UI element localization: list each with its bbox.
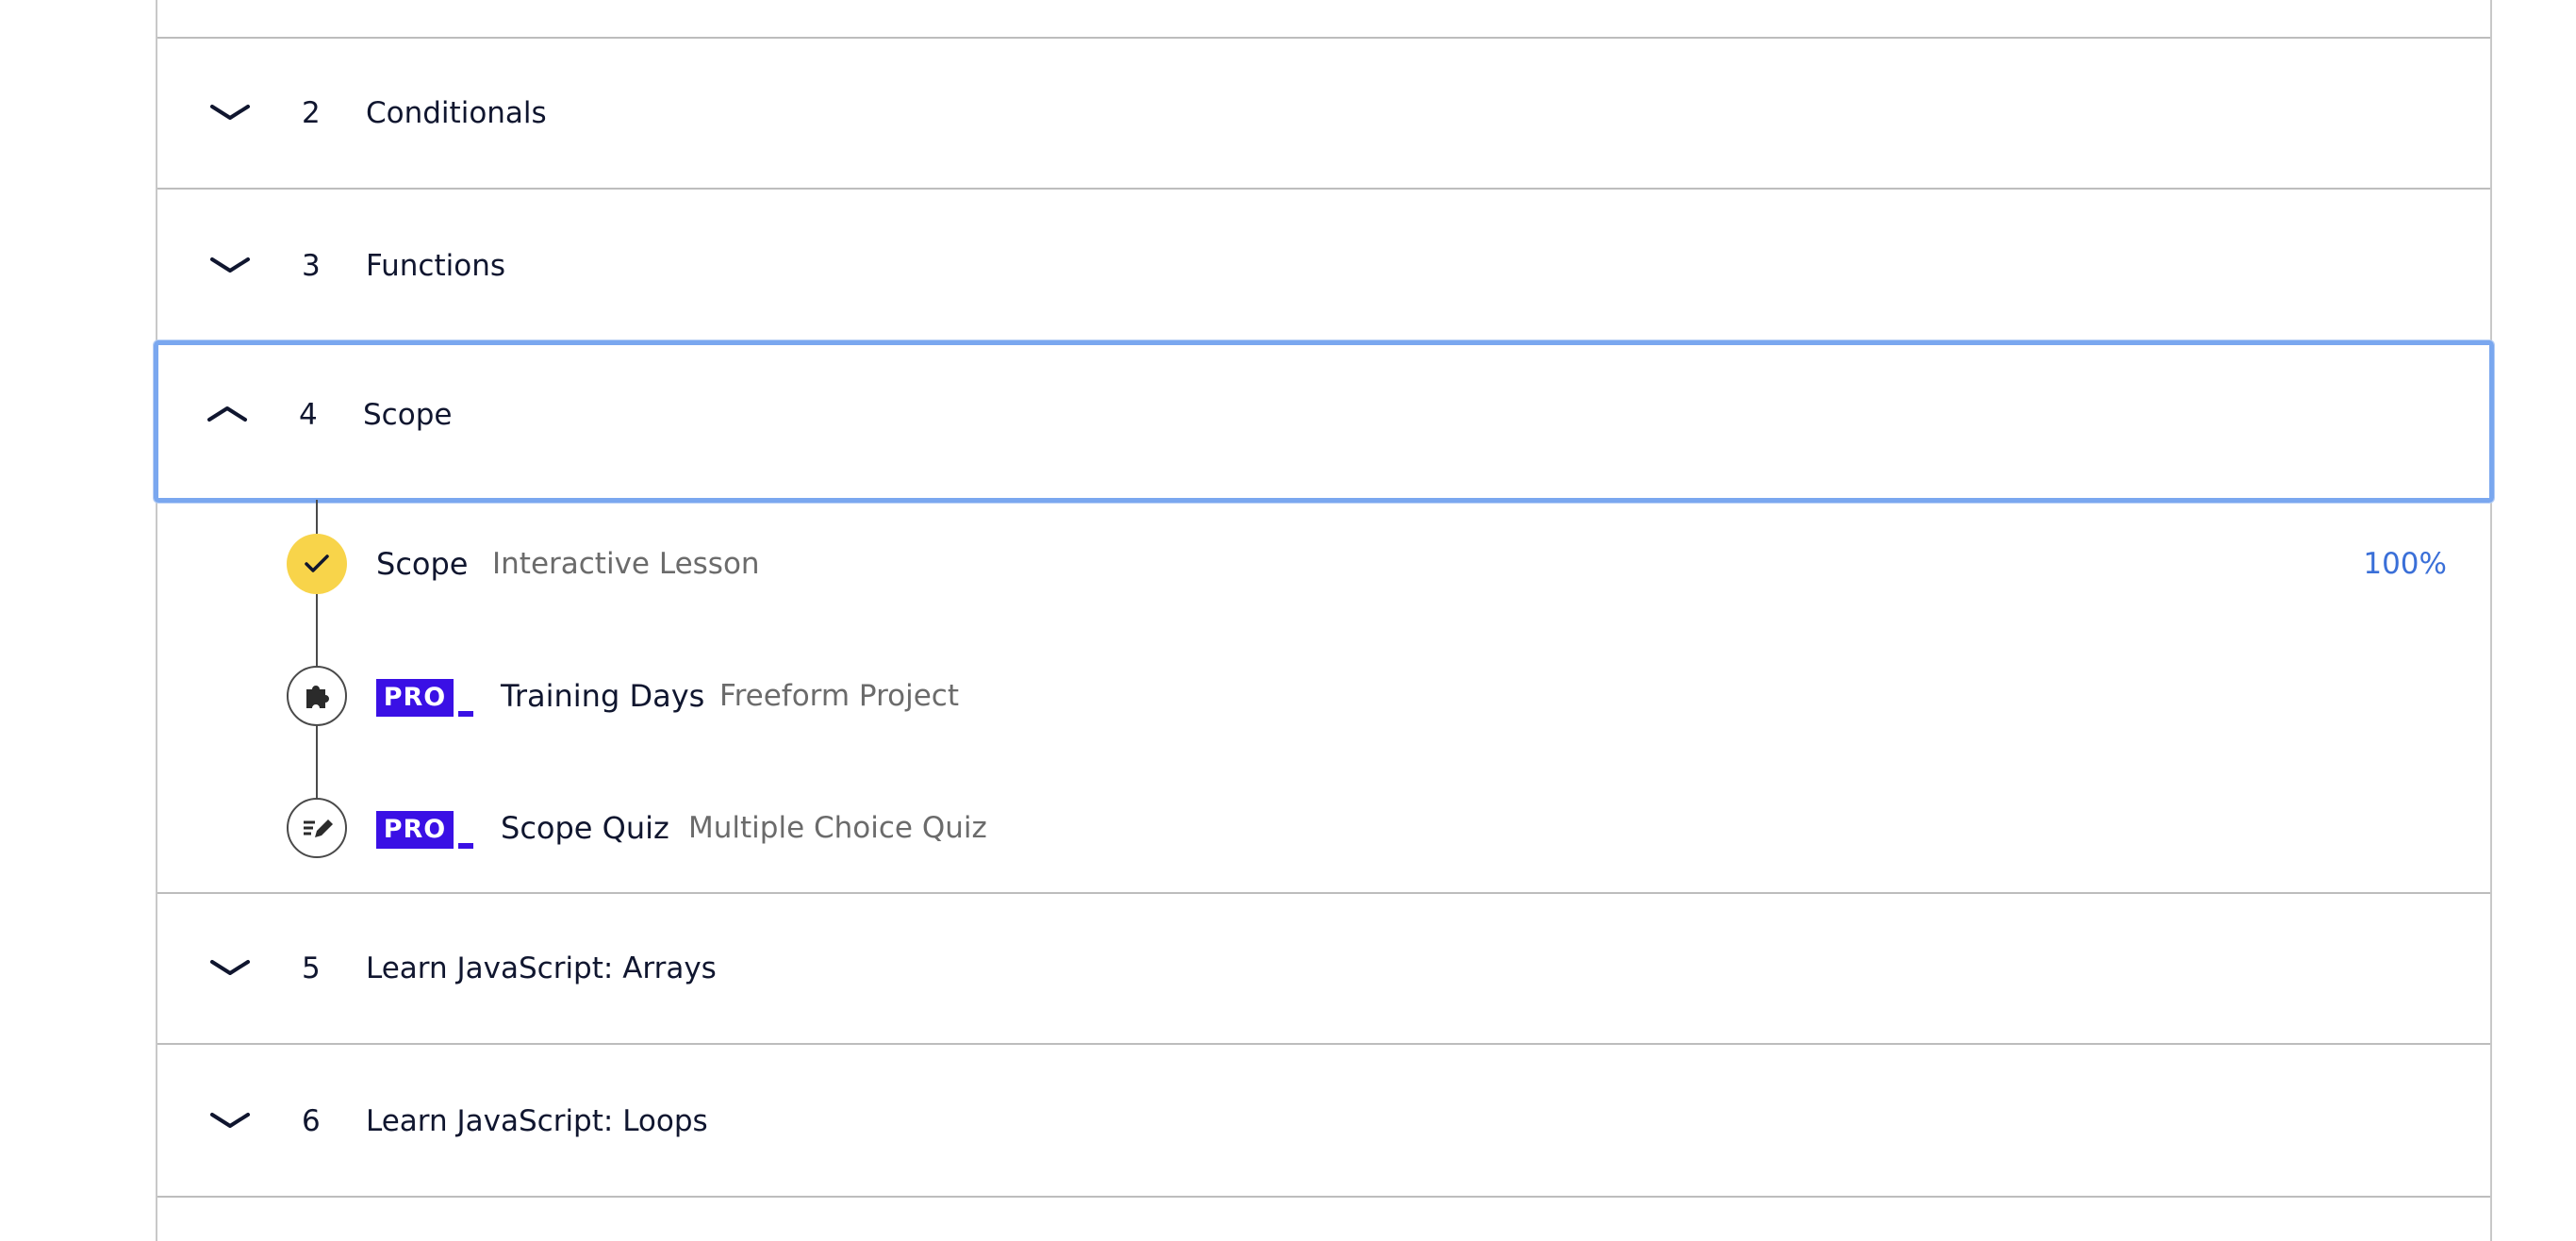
module-number: 2: [302, 96, 321, 130]
module-title: Learn JavaScript: Loops: [366, 1104, 708, 1138]
quiz-icon: [304, 819, 333, 837]
module-title: Scope: [363, 398, 453, 432]
module-number: 5: [302, 951, 321, 985]
module-number: 4: [299, 398, 318, 432]
lesson-item-scope-quiz[interactable]: PRO Scope Quiz Multiple Choice Quiz: [157, 781, 2490, 875]
module-conditionals[interactable]: 2 Conditionals: [157, 39, 2490, 190]
pro-badge: PRO: [376, 811, 454, 849]
chevron-down-icon: [210, 960, 250, 975]
project-node: [287, 666, 347, 726]
complete-node: [287, 534, 347, 594]
module-number: 6: [302, 1104, 321, 1138]
module-number: 3: [302, 249, 321, 283]
check-icon: [305, 554, 329, 572]
module-title: Learn JavaScript: Arrays: [366, 951, 717, 985]
chevron-down-icon: [210, 1113, 250, 1128]
lesson-type: Multiple Choice Quiz: [688, 811, 987, 845]
module-functions[interactable]: 3 Functions: [157, 191, 2490, 342]
course-syllabus: 2 Conditionals 3 Functions 4 Scope Scope…: [154, 0, 2494, 1241]
lesson-item-scope[interactable]: Scope Interactive Lesson 100%: [157, 517, 2490, 611]
pro-cursor-mark: [458, 711, 473, 717]
next-module-partial[interactable]: [157, 1198, 2490, 1241]
puzzle-icon: [306, 686, 329, 708]
lesson-item-training-days[interactable]: PRO Training Days Freeform Project: [157, 649, 2490, 743]
quiz-node: [287, 798, 347, 858]
module-scope[interactable]: 4 Scope: [154, 340, 2494, 503]
chevron-down-icon: [210, 105, 250, 120]
chevron-down-icon: [210, 257, 250, 273]
lesson-type: Freeform Project: [719, 679, 959, 713]
lesson-list: Scope Interactive Lesson 100% PRO Traini…: [157, 500, 2490, 894]
lesson-name: Training Days: [501, 678, 705, 714]
module-title: Conditionals: [366, 96, 547, 130]
lesson-name: Scope: [376, 546, 469, 582]
lesson-name: Scope Quiz: [501, 810, 669, 846]
pro-badge: PRO: [376, 679, 454, 717]
lesson-progress: 100%: [2363, 547, 2447, 581]
pro-cursor-mark: [458, 843, 473, 849]
module-arrays[interactable]: 5 Learn JavaScript: Arrays: [157, 894, 2490, 1045]
module-title: Functions: [366, 249, 506, 283]
module-loops[interactable]: 6 Learn JavaScript: Loops: [157, 1047, 2490, 1198]
lesson-type: Interactive Lesson: [492, 547, 760, 581]
chevron-up-icon: [207, 406, 247, 422]
